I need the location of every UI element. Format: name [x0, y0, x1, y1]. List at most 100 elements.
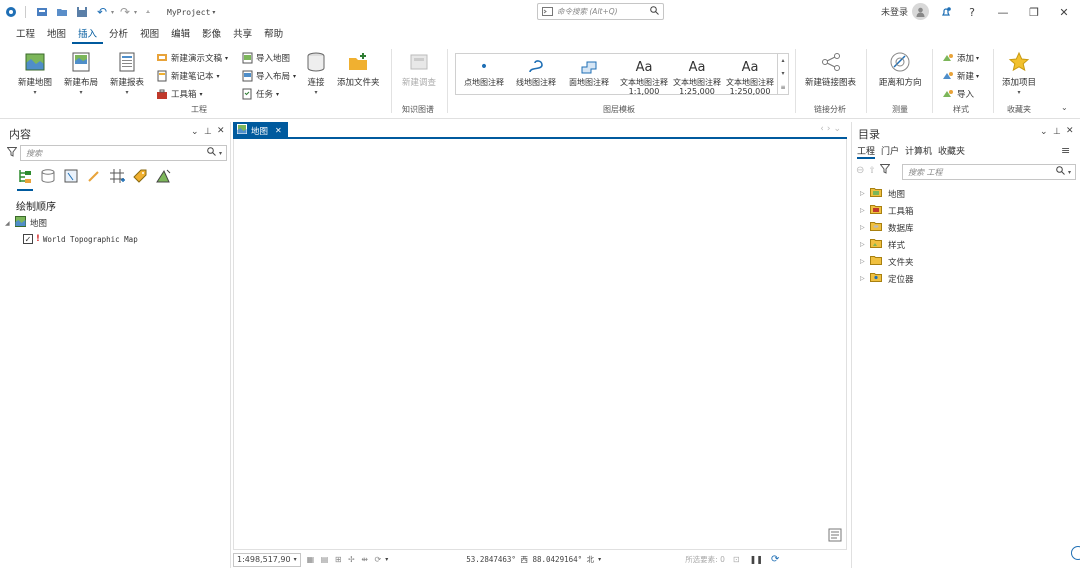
- undo-icon[interactable]: ↶: [93, 3, 111, 21]
- open-project-icon[interactable]: [53, 3, 71, 21]
- catalog-tab-portal[interactable]: 门户: [881, 144, 899, 159]
- help-button[interactable]: ?: [963, 3, 981, 21]
- back-icon[interactable]: ⊖: [856, 165, 864, 176]
- text-annotation-25000-template[interactable]: Aa 文本地图注释 1:25,000: [672, 56, 722, 97]
- collapse-triangle-icon[interactable]: ◢: [5, 220, 15, 227]
- chevron-down-icon[interactable]: ▾: [781, 70, 784, 77]
- restore-button[interactable]: ❐: [1025, 3, 1043, 21]
- pause-drawing-icon[interactable]: ❚❚: [750, 555, 763, 564]
- import-map-button[interactable]: 导入地图: [241, 52, 290, 64]
- new-notebook-button[interactable]: 新建笔记本 ▾: [156, 70, 220, 82]
- task-button[interactable]: 任务 ▾: [241, 88, 279, 100]
- catalog-item-toolboxes[interactable]: ▷ 工具箱: [860, 204, 914, 217]
- catalog-tab-project[interactable]: 工程: [857, 144, 876, 159]
- expand-triangle-icon[interactable]: ▷: [860, 275, 870, 282]
- pane-options-icon[interactable]: ⌄: [1040, 127, 1048, 137]
- catalog-tab-favorites[interactable]: 收藏夹: [938, 144, 965, 159]
- project-name[interactable]: MyProject: [167, 8, 210, 17]
- filter-icon[interactable]: [6, 147, 18, 160]
- tab-imagery[interactable]: 影像: [196, 26, 227, 44]
- redo-dropdown-icon[interactable]: ▾: [134, 9, 137, 16]
- polygon-annotation-template[interactable]: 面地图注释: [567, 56, 611, 87]
- catalog-menu-icon[interactable]: ≡: [1061, 144, 1070, 157]
- add-folder-button[interactable]: 添加文件夹: [337, 51, 380, 88]
- map-view-tab[interactable]: 地图 ✕: [233, 122, 288, 139]
- new-project-icon[interactable]: [33, 3, 51, 21]
- catalog-item-styles[interactable]: ▷ 样式: [860, 238, 905, 251]
- line-annotation-template[interactable]: 线地图注释: [514, 56, 558, 87]
- chevron-down-icon[interactable]: ▾: [1068, 169, 1071, 176]
- catalog-item-locators[interactable]: ▷ 定位器: [860, 272, 914, 285]
- refresh-selection-icon[interactable]: ⊡: [733, 555, 740, 564]
- snapping-icon[interactable]: [109, 168, 125, 191]
- text-annotation-1000-template[interactable]: Aa 文本地图注释 1:1,000: [619, 56, 669, 97]
- contents-search-input[interactable]: 搜索 ▾: [20, 145, 227, 161]
- expand-triangle-icon[interactable]: ▷: [860, 241, 870, 248]
- sign-in-status[interactable]: 未登录: [881, 5, 908, 18]
- new-map-button[interactable]: 新建地图 ▾: [18, 51, 52, 96]
- expand-triangle-icon[interactable]: ▷: [860, 258, 870, 265]
- minimize-button[interactable]: —: [994, 3, 1012, 21]
- save-project-icon[interactable]: [73, 3, 91, 21]
- tab-help[interactable]: 帮助: [258, 26, 289, 44]
- redo-icon[interactable]: ↷: [116, 3, 134, 21]
- tab-view[interactable]: 视图: [134, 26, 165, 44]
- catalog-item-folders[interactable]: ▷ 文件夹: [860, 255, 914, 268]
- distance-direction-button[interactable]: 距离和方向: [879, 51, 922, 88]
- new-style-button[interactable]: 新建 ▾: [942, 70, 979, 82]
- expand-triangle-icon[interactable]: ▷: [860, 190, 870, 197]
- collapse-ribbon-icon[interactable]: ⌄: [1061, 103, 1068, 112]
- refresh-icon[interactable]: ⟳: [771, 554, 779, 565]
- pin-icon[interactable]: ⊥: [1053, 127, 1061, 137]
- toolbox-button[interactable]: 工具箱 ▾: [156, 88, 203, 100]
- draw-order-icon[interactable]: [17, 168, 33, 191]
- command-search-input[interactable]: 命令搜索 (Alt+Q): [537, 3, 664, 20]
- resize-handle-icon[interactable]: [1071, 546, 1080, 560]
- add-item-button[interactable]: 添加项目 ▾: [1002, 51, 1036, 96]
- avatar[interactable]: [912, 3, 929, 20]
- tab-edit[interactable]: 编辑: [165, 26, 196, 44]
- map-canvas[interactable]: [233, 139, 847, 550]
- data-source-icon[interactable]: [40, 168, 56, 191]
- catalog-tab-computer[interactable]: 计算机: [905, 144, 932, 159]
- coordinate-format-dropdown-icon[interactable]: ▾: [598, 556, 601, 563]
- new-investigation-button[interactable]: 新建调查: [402, 51, 436, 88]
- tab-share[interactable]: 共享: [227, 26, 258, 44]
- new-report-button[interactable]: 新建报表 ▾: [110, 51, 144, 96]
- new-presentation-button[interactable]: 新建演示文稿 ▾: [156, 52, 228, 64]
- new-layout-button[interactable]: 新建布局 ▾: [64, 51, 98, 96]
- tab-scroll-arrows[interactable]: ‹›⌄: [820, 124, 844, 134]
- add-style-button[interactable]: 添加 ▾: [942, 52, 979, 64]
- tab-map[interactable]: 地图: [41, 26, 72, 44]
- import-layout-button[interactable]: 导入布局 ▾: [241, 70, 296, 82]
- navigation-tools-icons[interactable]: ▦ ▤ ⊞ ✢ ⇹ ⟳: [307, 555, 384, 564]
- pin-icon[interactable]: ⊥: [204, 127, 212, 137]
- selection-icon[interactable]: [63, 168, 79, 191]
- catalog-search-input[interactable]: 搜索 工程 ▾: [902, 164, 1076, 180]
- project-dropdown-icon[interactable]: ▾: [212, 9, 215, 16]
- chevron-down-icon[interactable]: ▾: [385, 556, 388, 563]
- map-notes-icon[interactable]: [828, 528, 842, 545]
- expand-triangle-icon[interactable]: ▷: [860, 207, 870, 214]
- tab-project[interactable]: 工程: [10, 26, 41, 44]
- import-style-button[interactable]: 导入: [942, 88, 974, 100]
- filter-icon[interactable]: [879, 164, 891, 177]
- catalog-item-databases[interactable]: ▷ 数据库: [860, 221, 914, 234]
- layer-tree-node[interactable]: ✓ ! World Topographic Map: [23, 234, 138, 244]
- close-pane-icon[interactable]: ✕: [1066, 126, 1074, 136]
- close-tab-icon[interactable]: ✕: [275, 126, 282, 135]
- map-tree-node[interactable]: ◢ 地图: [5, 216, 47, 230]
- up-folder-icon[interactable]: ⇧: [868, 166, 876, 176]
- gallery-scrollbar[interactable]: ▴ ▾ ≡: [777, 54, 788, 94]
- tab-analysis[interactable]: 分析: [103, 26, 134, 44]
- close-button[interactable]: ✕: [1055, 3, 1073, 21]
- close-pane-icon[interactable]: ✕: [217, 126, 225, 136]
- text-annotation-250000-template[interactable]: Aa 文本地图注释 1:250,000: [725, 56, 775, 97]
- catalog-item-maps[interactable]: ▷ 地图: [860, 187, 905, 200]
- undo-dropdown-icon[interactable]: ▾: [111, 9, 114, 16]
- tab-insert[interactable]: 插入: [72, 26, 104, 44]
- chevron-up-icon[interactable]: ▴: [781, 57, 784, 64]
- editing-icon[interactable]: [86, 168, 102, 191]
- pane-options-icon[interactable]: ⌄: [191, 127, 199, 137]
- customize-quick-access-icon[interactable]: ⩡: [139, 3, 157, 21]
